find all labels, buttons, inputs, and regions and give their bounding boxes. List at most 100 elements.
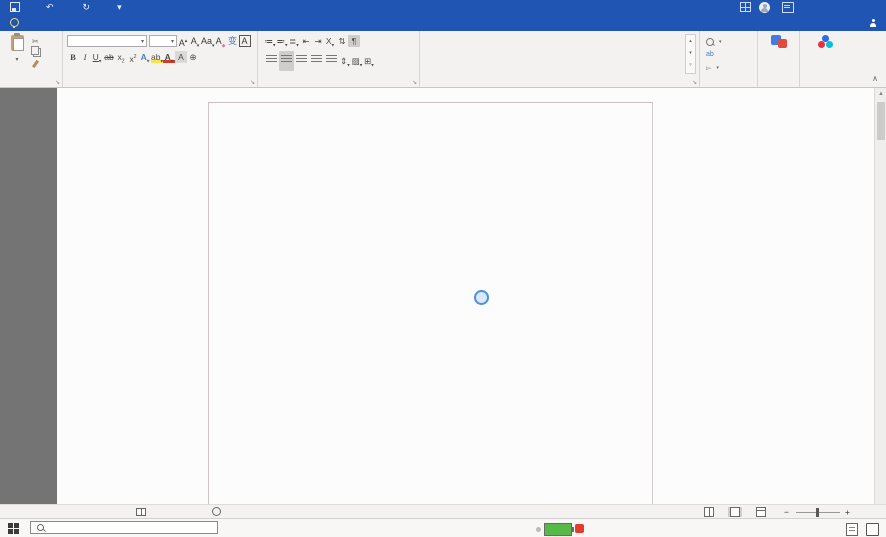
line-spacing-icon[interactable]: ⇕▾ [339,55,351,67]
text-boundary-top [208,102,653,103]
find-icon [706,38,714,46]
multilevel-list-icon[interactable]: ≣▾ [288,35,300,47]
mouse-click-indicator [474,290,489,305]
notification-center-icon[interactable] [866,523,879,536]
paste-dropdown-arrow[interactable]: ▾ [4,56,30,63]
font-size-combo[interactable]: ▾ [149,35,177,47]
decrease-indent-icon[interactable]: ⇤ [300,35,312,47]
close-button[interactable] [860,0,886,14]
proofing-icon[interactable] [136,507,146,517]
styles-dialog-launcher[interactable]: ↘ [692,79,697,86]
align-left-icon[interactable] [264,51,279,71]
font-color-icon[interactable]: A▾ [163,51,175,63]
grow-font-icon[interactable]: A▴ [177,35,189,47]
customize-quick-access-icon[interactable]: ▾ [117,1,122,13]
accessibility-status[interactable] [212,507,223,517]
save-icon[interactable] [10,2,20,12]
bold-icon[interactable]: B [67,51,79,63]
web-layout-icon[interactable] [754,507,768,517]
taskbar-search[interactable] [30,521,218,534]
screen: ↶ ↻ ▾ ▾ [0,0,886,537]
borders-icon[interactable]: ⊞▾ [363,55,375,67]
share-button[interactable] [869,14,880,31]
character-shading-icon[interactable]: A [175,51,187,63]
paragraph-group: ≔▾ ≕▾ ≣▾ ⇤ ⇥ X▾ ⇅ ¶ ⇕▾ ▨▾ ⊞▾ ↘ [258,31,420,87]
italic-icon[interactable]: I [79,51,91,63]
print-layout-icon[interactable] [728,507,742,517]
ribbon-display-options-icon[interactable] [782,2,794,13]
document-page[interactable] [57,88,874,504]
status-bar: − + [0,504,886,518]
justify-icon[interactable] [309,51,324,71]
zoom-slider-thumb[interactable] [816,508,819,517]
styles-group: ▴▾▿ ↘ [420,31,700,87]
zoom-in-icon[interactable]: + [845,507,850,517]
weather-status[interactable] [575,524,587,533]
replace-icon: ab [706,51,714,58]
font-dialog-launcher[interactable]: ↘ [250,79,255,86]
sort-icon[interactable]: ⇅ [336,35,348,47]
copy-button[interactable] [32,47,62,58]
asian-layout-icon[interactable]: X▾ [324,35,336,47]
align-center-icon[interactable] [279,51,294,71]
numbering-icon[interactable]: ≕▾ [276,35,288,47]
clipboard-dialog-launcher[interactable]: ↘ [55,79,60,86]
pinyin-guide-icon[interactable]: 变 [227,35,239,47]
clear-formatting-icon[interactable]: A◆ [215,35,227,47]
share-person-icon [869,19,877,27]
highlight-color-icon[interactable]: ab▾ [151,51,163,63]
read-mode-icon[interactable] [702,507,716,517]
underline-icon[interactable]: U▾ [91,51,103,63]
user-avatar[interactable] [759,2,770,13]
font-group: ▾ ▾ A▴ A▾ Aa▾ A◆ 变 A B I U▾ ab x2 x2 A▾ … [63,31,258,87]
vertical-scrollbar[interactable]: ▲ [874,88,886,504]
strikethrough-icon[interactable]: ab [103,51,115,63]
zoom-out-icon[interactable]: − [784,507,789,517]
minimize-button[interactable] [808,0,834,14]
start-button[interactable] [8,523,19,534]
select-button[interactable]: ▻▾ [706,61,722,74]
collapse-ribbon-icon[interactable]: ∧ [872,74,878,83]
change-case-icon[interactable]: Aa▾ [201,35,215,47]
character-border-icon[interactable]: A [239,35,251,47]
superscript-icon[interactable]: x2 [127,51,139,63]
scissors-icon: ✂ [32,37,39,46]
paragraph-dialog-launcher[interactable]: ↘ [412,79,417,86]
font-name-combo[interactable]: ▾ [67,35,147,47]
find-button[interactable]: ▾ [706,35,722,48]
text-effects-icon[interactable]: A▾ [139,51,151,63]
accessibility-icon [212,507,221,516]
scrollbar-thumb[interactable] [877,102,885,140]
shrink-font-icon[interactable]: A▾ [189,35,201,47]
subscript-icon[interactable]: x2 [115,51,127,63]
taskbar [0,518,886,537]
baidu-save-group [800,31,851,87]
redo-icon[interactable]: ↻ [83,1,91,13]
undo-icon[interactable]: ↶ [46,1,54,13]
open-youdao-translate-button[interactable] [758,35,799,55]
text-boundary-right [652,102,653,504]
show-hide-marks-icon[interactable]: ¶ [348,35,360,47]
replace-button[interactable]: ab [706,48,722,61]
format-painter-button[interactable] [32,58,62,69]
maximize-button[interactable] [834,0,860,14]
scroll-up-icon[interactable]: ▲ [877,90,885,98]
enclose-characters-icon[interactable]: ⊕ [187,51,199,63]
document-tray-icon[interactable] [846,523,858,536]
shading-icon[interactable]: ▨▾ [351,55,363,67]
ribbon-grid-icon[interactable] [740,2,751,12]
battery-status[interactable] [536,523,572,536]
align-right-icon[interactable] [294,51,309,71]
bullets-icon[interactable]: ≔▾ [264,35,276,47]
increase-indent-icon[interactable]: ⇥ [312,35,324,47]
search-input[interactable] [49,523,217,533]
clipboard-group: ▾ ✂ ↘ [0,31,63,87]
charging-icon [536,527,541,532]
distribute-icon[interactable] [324,51,339,71]
styles-gallery-scroll[interactable]: ▴▾▿ [685,34,696,74]
youdao-group [758,31,800,87]
paste-button[interactable]: ▾ [4,35,30,79]
save-to-baidu-netdisk-button[interactable] [800,35,851,55]
baidu-netdisk-icon [818,35,834,48]
tell-me-search[interactable] [0,14,23,31]
